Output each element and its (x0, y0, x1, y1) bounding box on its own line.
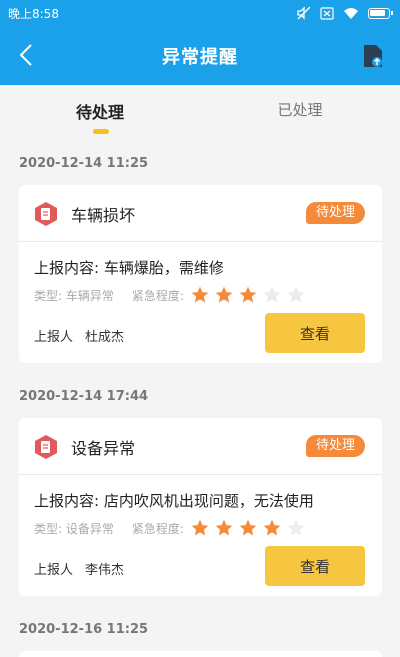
page-title: 异常提醒 (162, 46, 238, 68)
record-title: 设备异常 (71, 439, 136, 458)
status-time: 晚上8:58 (8, 6, 59, 21)
urgency-label: 紧急程度: (131, 521, 184, 536)
urgency-rating (190, 285, 306, 305)
star-filled-icon (191, 519, 209, 536)
back-arrow-icon (19, 44, 32, 66)
star-filled-icon (215, 286, 233, 303)
record-meta: 类型: 设备异常 紧急程度: (34, 518, 306, 538)
status-badge: 待处理 (305, 435, 365, 457)
tab-processed[interactable]: 已处理 (240, 99, 360, 120)
mute-icon (297, 6, 311, 20)
star-empty-icon (287, 286, 305, 303)
star-empty-icon (263, 286, 281, 303)
app-header: 晚上8:58 异常提醒 (0, 0, 400, 85)
reporter-label: 上报人 (34, 330, 74, 345)
wifi-icon (344, 7, 358, 19)
star-empty-icon (287, 519, 305, 536)
status-icons (297, 6, 393, 20)
record-title: 车辆损坏 (71, 206, 136, 225)
reporter-label: 上报人 (34, 563, 74, 578)
view-button[interactable]: 查看 (265, 313, 365, 353)
reporter-name: 杜成杰 (85, 330, 125, 345)
star-filled-icon (263, 519, 281, 536)
active-tab-indicator (93, 129, 109, 134)
record-card (19, 651, 382, 657)
report-content: 上报内容: 店内吹风机出现问题，无法使用 (34, 492, 314, 510)
record-card: 车辆损坏 待处理 上报内容: 车辆爆胎，需维修 类型: 车辆异常 紧急程度: 上… (19, 185, 382, 363)
record-card: 设备异常 待处理 上报内容: 店内吹风机出现问题，无法使用 类型: 设备异常 紧… (19, 418, 382, 596)
star-filled-icon (215, 519, 233, 536)
file-export-icon (364, 45, 382, 67)
urgency-rating (190, 518, 306, 538)
reporter-info: 上报人 李伟杰 (34, 559, 124, 578)
star-filled-icon (239, 519, 257, 536)
record-date: 2020-12-14 11:25 (19, 156, 149, 171)
tab-bar: 待处理 已处理 (0, 85, 400, 140)
card-header: 设备异常 待处理 (19, 418, 382, 475)
battery-icon (368, 7, 393, 19)
card-header: 车辆损坏 待处理 (19, 185, 382, 242)
reporter-name: 李伟杰 (85, 563, 125, 578)
report-document-icon (35, 435, 57, 459)
export-button[interactable] (360, 42, 386, 70)
record-type: 类型: 设备异常 (34, 521, 114, 536)
star-filled-icon (191, 286, 209, 303)
record-type: 类型: 车辆异常 (34, 288, 114, 303)
nav-bar: 异常提醒 (0, 26, 400, 85)
reporter-info: 上报人 杜成杰 (34, 326, 124, 345)
record-date: 2020-12-16 11:25 (19, 622, 149, 637)
status-bar: 晚上8:58 (0, 0, 400, 26)
back-button[interactable] (10, 38, 42, 72)
urgency-label: 紧急程度: (131, 288, 184, 303)
status-badge: 待处理 (305, 202, 365, 224)
star-filled-icon (239, 286, 257, 303)
record-date: 2020-12-14 17:44 (19, 389, 149, 404)
record-meta: 类型: 车辆异常 紧急程度: (34, 285, 306, 305)
tab-pending[interactable]: 待处理 (40, 99, 160, 123)
report-content: 上报内容: 车辆爆胎，需维修 (34, 259, 224, 277)
no-sim-icon (320, 6, 334, 20)
view-button[interactable]: 查看 (265, 546, 365, 586)
report-document-icon (35, 202, 57, 226)
